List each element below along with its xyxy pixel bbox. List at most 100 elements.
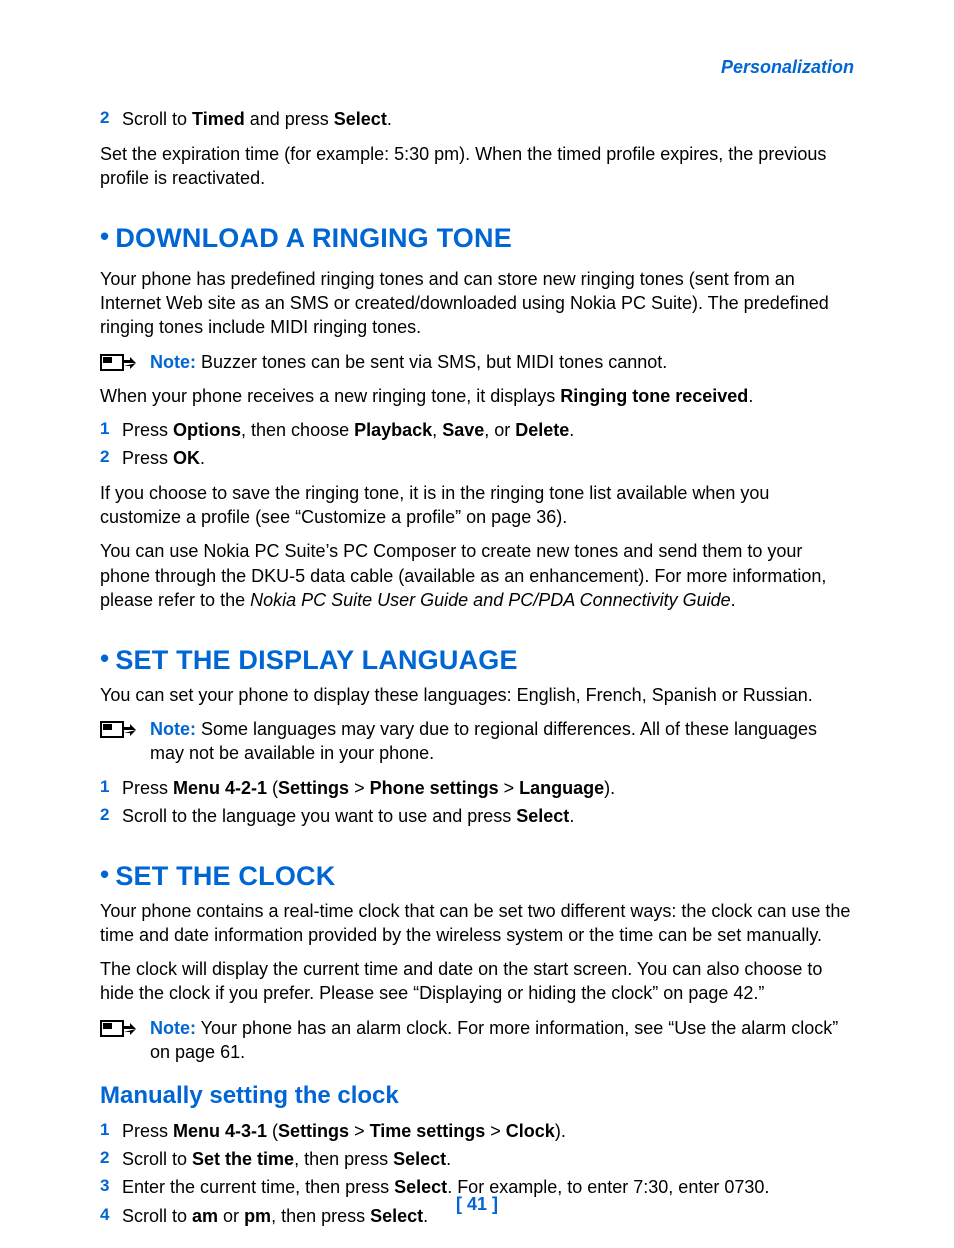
step-number: 1: [100, 1119, 122, 1143]
heading-text: DOWNLOAD A RINGING TONE: [115, 223, 512, 253]
step-number: 2: [100, 446, 122, 470]
note-label: Note:: [150, 1018, 196, 1038]
text: >: [349, 778, 370, 798]
text: .: [748, 386, 753, 406]
text: Press: [122, 1121, 173, 1141]
step-text: Scroll to Timed and press Select.: [122, 107, 392, 131]
step-text: Press Menu 4-3-1 (Settings > Time settin…: [122, 1119, 566, 1143]
note-text: Note: Your phone has an alarm clock. For…: [150, 1016, 854, 1065]
text: Scroll to the language you want to use a…: [122, 806, 516, 826]
bold-text: OK: [173, 448, 200, 468]
step-text: Press Menu 4-2-1 (Settings > Phone setti…: [122, 776, 615, 800]
text: Press: [122, 420, 173, 440]
text: and press: [245, 109, 334, 129]
bold-text: Ringing tone received: [560, 386, 748, 406]
text: Scroll to: [122, 109, 192, 129]
note-text: Note: Buzzer tones can be sent via SMS, …: [150, 350, 854, 374]
bold-text: Select: [393, 1149, 446, 1169]
step-number: 1: [100, 776, 122, 800]
paragraph: Your phone contains a real-time clock th…: [100, 899, 854, 948]
step-text: Press OK.: [122, 446, 205, 470]
bold-text: Timed: [192, 109, 245, 129]
bold-text: Set the time: [192, 1149, 294, 1169]
paragraph: You can use Nokia PC Suite’s PC Composer…: [100, 539, 854, 612]
text: Some languages may vary due to regional …: [150, 719, 817, 763]
heading-text: SET THE DISPLAY LANGUAGE: [115, 645, 517, 675]
bold-text: Delete: [515, 420, 569, 440]
bold-text: Options: [173, 420, 241, 440]
bullet-icon: •: [100, 643, 115, 673]
bold-text: Select: [334, 109, 387, 129]
step-text: Press Options, then choose Playback, Sav…: [122, 418, 574, 442]
list-item: 2 Press OK.: [100, 446, 854, 470]
paragraph: If you choose to save the ringing tone, …: [100, 481, 854, 530]
list-item: 1 Press Options, then choose Playback, S…: [100, 418, 854, 442]
list-item: 2 Scroll to Timed and press Select.: [100, 107, 854, 131]
section-heading-language: •SET THE DISPLAY LANGUAGE: [100, 642, 854, 678]
text: >: [349, 1121, 370, 1141]
list-item: 2 Scroll to Set the time, then press Sel…: [100, 1147, 854, 1171]
paragraph: The clock will display the current time …: [100, 957, 854, 1006]
text: , then choose: [241, 420, 354, 440]
note-label: Note:: [150, 719, 196, 739]
bold-text: Menu 4-2-1: [173, 778, 267, 798]
text: ,: [432, 420, 442, 440]
bold-text: Save: [442, 420, 484, 440]
bold-text: Phone settings: [370, 778, 499, 798]
text: Scroll to: [122, 1149, 192, 1169]
bullet-icon: •: [100, 221, 115, 251]
bold-text: Time settings: [370, 1121, 486, 1141]
note-label: Note:: [150, 352, 196, 372]
text: , or: [484, 420, 515, 440]
bullet-icon: •: [100, 859, 115, 889]
paragraph: When your phone receives a new ringing t…: [100, 384, 854, 408]
bold-text: Playback: [354, 420, 432, 440]
heading-text: SET THE CLOCK: [115, 861, 335, 891]
text: , then press: [294, 1149, 393, 1169]
list-item: 2 Scroll to the language you want to use…: [100, 804, 854, 828]
note-text: Note: Some languages may vary due to reg…: [150, 717, 854, 766]
step-number: 2: [100, 1147, 122, 1171]
text: (: [267, 1121, 278, 1141]
bold-text: Settings: [278, 778, 349, 798]
note-icon: [100, 1016, 150, 1040]
note: Note: Some languages may vary due to reg…: [100, 717, 854, 766]
note: Note: Your phone has an alarm clock. For…: [100, 1016, 854, 1065]
bold-text: Menu 4-3-1: [173, 1121, 267, 1141]
note-icon: [100, 350, 150, 374]
text: ).: [604, 778, 615, 798]
step-number: 2: [100, 804, 122, 828]
text: .: [731, 590, 736, 610]
text: Press: [122, 448, 173, 468]
page: Personalization 2 Scroll to Timed and pr…: [0, 0, 954, 1248]
subsection-heading: Manually setting the clock: [100, 1080, 854, 1112]
step-number: 2: [100, 107, 122, 131]
text: Your phone has an alarm clock. For more …: [150, 1018, 838, 1062]
header-section: Personalization: [100, 55, 854, 79]
section-heading-ringing: •DOWNLOAD A RINGING TONE: [100, 220, 854, 256]
list-item: 1 Press Menu 4-3-1 (Settings > Time sett…: [100, 1119, 854, 1143]
bold-text: Clock: [506, 1121, 555, 1141]
text: .: [446, 1149, 451, 1169]
step-text: Scroll to the language you want to use a…: [122, 804, 574, 828]
step-number: 1: [100, 418, 122, 442]
text: Buzzer tones can be sent via SMS, but MI…: [196, 352, 667, 372]
text: When your phone receives a new ringing t…: [100, 386, 560, 406]
section-heading-clock: •SET THE CLOCK: [100, 858, 854, 894]
paragraph: Set the expiration time (for example: 5:…: [100, 142, 854, 191]
list-item: 1 Press Menu 4-2-1 (Settings > Phone set…: [100, 776, 854, 800]
text: .: [569, 420, 574, 440]
text: (: [267, 778, 278, 798]
page-number: [ 41 ]: [0, 1192, 954, 1216]
text: Press: [122, 778, 173, 798]
paragraph: Your phone has predefined ringing tones …: [100, 267, 854, 340]
text: .: [200, 448, 205, 468]
text: ).: [555, 1121, 566, 1141]
paragraph: You can set your phone to display these …: [100, 683, 854, 707]
text: .: [569, 806, 574, 826]
bold-text: Select: [516, 806, 569, 826]
step-text: Scroll to Set the time, then press Selec…: [122, 1147, 451, 1171]
bold-text: Language: [519, 778, 604, 798]
italic-text: Nokia PC Suite User Guide and PC/PDA Con…: [250, 590, 731, 610]
text: >: [485, 1121, 506, 1141]
